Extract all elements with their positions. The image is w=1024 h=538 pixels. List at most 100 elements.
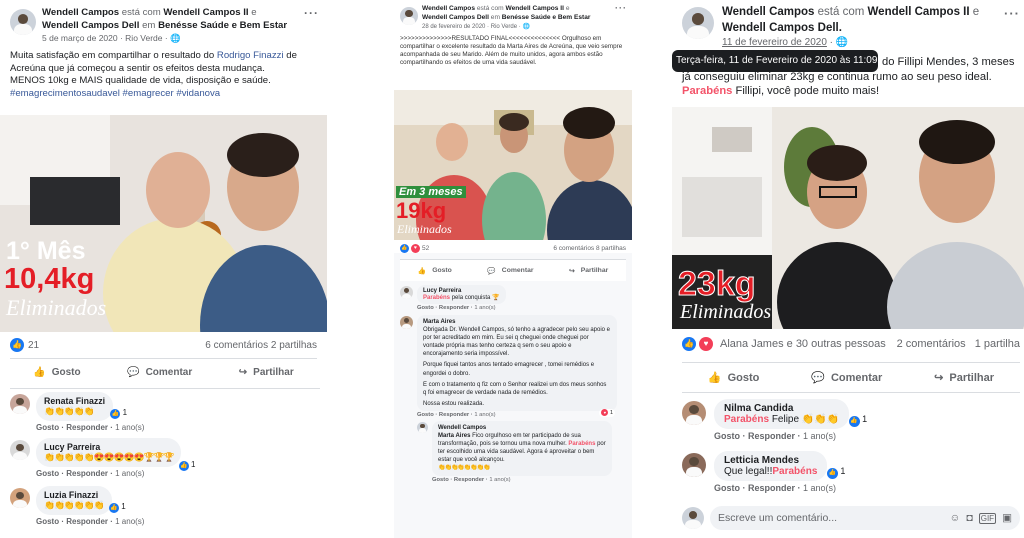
post-location[interactable]: Rio Verde: [491, 24, 517, 30]
current-user-avatar[interactable]: [682, 507, 704, 529]
hashtags[interactable]: #emagrecimentosaudavel #emagrecer #vidan…: [10, 88, 317, 100]
comment-input[interactable]: Escreve um comentário... ☺ ◘ GIF ▣: [710, 506, 1020, 530]
commenter-avatar[interactable]: [400, 316, 413, 329]
commenter-name[interactable]: Wendell Campos: [438, 424, 606, 432]
comment-like-link[interactable]: Gosto: [432, 477, 449, 483]
comment-time[interactable]: 1 ano(s): [803, 483, 836, 493]
comments-count[interactable]: 6 comentários: [205, 340, 268, 351]
shares-count[interactable]: 2 partilhas: [271, 340, 317, 351]
comment-like-link[interactable]: Gosto: [714, 483, 740, 493]
author-name[interactable]: Wendell Campos: [722, 6, 814, 18]
comment-time[interactable]: 1 ano(s): [474, 305, 495, 311]
like-button[interactable]: 👍 Gosto: [33, 359, 80, 386]
tagged-user-1[interactable]: Wendell Campos II: [505, 5, 564, 12]
gif-icon[interactable]: GIF: [978, 512, 997, 524]
commenter-avatar[interactable]: [10, 440, 30, 460]
comment-like-link[interactable]: Gosto: [36, 423, 59, 432]
shares-count[interactable]: 8 partilhas: [596, 245, 626, 252]
comment-reply-link[interactable]: Responder: [439, 305, 469, 311]
author-name[interactable]: Wendell Campos: [422, 5, 475, 12]
globe-icon: 🌐: [835, 37, 849, 49]
comment-reaction[interactable]: 👍 1: [109, 502, 126, 513]
post-date[interactable]: 28 de fevereiro de 2020: [422, 24, 485, 30]
reaction-names[interactable]: Alana James e 30 outras pessoas: [720, 338, 886, 350]
comment-time[interactable]: 1 ano(s): [115, 469, 144, 478]
comment-reaction[interactable]: 👍 1: [178, 460, 195, 471]
comment-like-link[interactable]: Gosto: [417, 305, 434, 311]
tagged-user-1[interactable]: Wendell Campos II: [868, 6, 970, 18]
comment-reply-link[interactable]: Responder: [439, 412, 469, 418]
tagged-user-2[interactable]: Wendell Campos Dell.: [722, 22, 842, 34]
author-avatar[interactable]: [400, 7, 418, 25]
reaction-count[interactable]: 52: [422, 245, 429, 252]
comment-like-link[interactable]: Gosto: [36, 469, 59, 478]
mention-link[interactable]: Marta Aires: [438, 433, 470, 439]
comment-time[interactable]: 1 ano(s): [115, 423, 144, 432]
tagged-user-2[interactable]: Wendell Campos Dell: [422, 14, 489, 21]
author-avatar[interactable]: [682, 7, 714, 39]
replier-avatar[interactable]: [417, 421, 428, 433]
comment-time[interactable]: 1 ano(s): [115, 517, 144, 526]
commenter-name[interactable]: Marta Aires: [423, 318, 611, 326]
comment-time[interactable]: 1 ano(s): [803, 431, 836, 441]
sticker-icon[interactable]: ▣: [1002, 512, 1012, 524]
commenter-avatar[interactable]: [10, 488, 30, 508]
comment-icon: 💬: [811, 372, 825, 384]
more-options-icon[interactable]: ···: [1004, 6, 1020, 21]
comment-reply-link[interactable]: Responder: [66, 423, 108, 432]
tagged-user-1[interactable]: Wendell Campos II: [163, 7, 248, 18]
commenter-name[interactable]: Renata Finazzi: [44, 396, 105, 406]
commenter-avatar[interactable]: [682, 453, 706, 477]
reaction-count[interactable]: 21: [28, 340, 39, 351]
comment-reply-link[interactable]: Responder: [748, 431, 795, 441]
share-button[interactable]: ↪ Partilhar: [569, 260, 608, 281]
comment-reaction[interactable]: 👍 1: [110, 408, 127, 419]
comment-button[interactable]: 💬 Comentar: [127, 359, 192, 386]
mention-link[interactable]: Rodrigo Finazzi: [217, 50, 284, 61]
comment-reaction[interactable]: 👍 1: [848, 414, 867, 427]
author-name[interactable]: Wendell Campos: [42, 7, 119, 18]
commenter-name[interactable]: Nilma Candida: [724, 403, 839, 414]
commenter-avatar[interactable]: [682, 401, 706, 425]
commenter-name[interactable]: Luzia Finazzi: [44, 490, 104, 500]
comment-reply-link[interactable]: Responder: [748, 483, 795, 493]
like-button[interactable]: 👍 Gosto: [708, 363, 759, 392]
post-date[interactable]: 11 de fevereiro de 2020: [722, 37, 827, 48]
shares-count[interactable]: 1 partilha: [975, 338, 1020, 350]
post-photo[interactable]: Em 3 meses 19kg Eliminados: [394, 90, 632, 240]
commenter-name[interactable]: Lucy Parreira: [44, 442, 173, 452]
more-options-icon[interactable]: ···: [304, 6, 319, 20]
commenter-avatar[interactable]: [400, 286, 413, 299]
commenter-name[interactable]: Letticia Mendes: [724, 455, 817, 466]
comment-time[interactable]: 1 ano(s): [474, 412, 495, 418]
comment-reply-link[interactable]: Responder: [454, 477, 484, 483]
comments-count[interactable]: 6 comentários: [553, 245, 594, 252]
comment-reaction[interactable]: 👍 1: [826, 466, 845, 479]
tagged-user-2[interactable]: Wendell Campos Dell: [42, 20, 139, 31]
post-date[interactable]: 5 de março de 2020: [42, 33, 118, 43]
comment-like-link[interactable]: Gosto: [714, 431, 740, 441]
comment-time[interactable]: 1 ano(s): [489, 477, 510, 483]
like-button[interactable]: 👍 Gosto: [418, 260, 452, 281]
post-photo[interactable]: 23kg Eliminados: [672, 107, 1024, 329]
comment-like-link[interactable]: Gosto: [36, 517, 59, 526]
comments-count[interactable]: 2 comentários: [897, 338, 966, 350]
comment-reply-link[interactable]: Responder: [66, 517, 108, 526]
more-options-icon[interactable]: ···: [615, 3, 627, 13]
comment-reaction[interactable]: ♥ 1: [599, 408, 615, 417]
place-link[interactable]: Benésse Saúde e Bem Estar: [502, 14, 591, 21]
camera-icon[interactable]: ◘: [966, 512, 972, 524]
comment-like-link[interactable]: Gosto: [417, 412, 434, 418]
emoji-icon[interactable]: ☺: [950, 512, 961, 524]
share-button[interactable]: ↪ Partilhar: [239, 359, 294, 386]
post-location[interactable]: Rio Verde: [125, 33, 162, 43]
comment-button[interactable]: 💬 Comentar: [487, 260, 533, 281]
post-photo[interactable]: 1° Mês 10,4kg Eliminados: [0, 115, 327, 332]
comment-button[interactable]: 💬 Comentar: [811, 363, 882, 392]
author-avatar[interactable]: [10, 9, 36, 35]
share-button[interactable]: ↪ Partilhar: [934, 363, 994, 392]
place-link[interactable]: Benésse Saúde e Bem Estar: [158, 20, 287, 31]
commenter-avatar[interactable]: [10, 394, 30, 414]
comment-icon: 💬: [487, 267, 496, 275]
comment-reply-link[interactable]: Responder: [66, 469, 108, 478]
